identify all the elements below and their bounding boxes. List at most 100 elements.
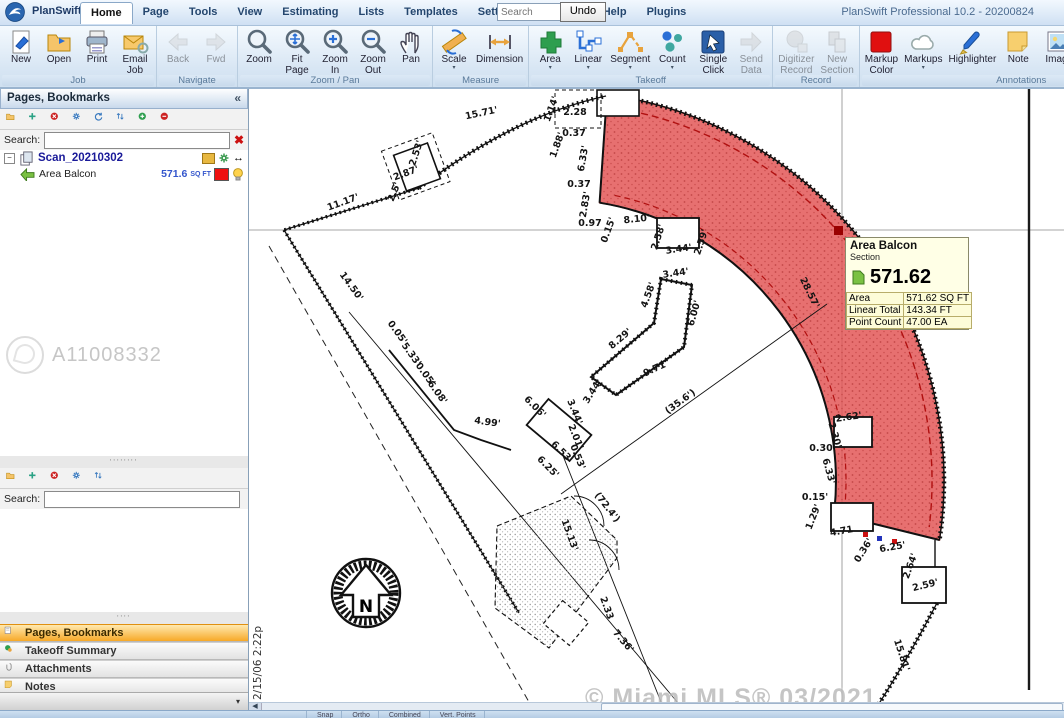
plus-circle-icon[interactable] xyxy=(138,112,153,127)
menu-tab-view[interactable]: View xyxy=(227,2,272,24)
tooltip-value: 571.62 xyxy=(870,266,931,289)
north-compass: N xyxy=(332,559,400,627)
tooltip-row-value: 47.00 EA xyxy=(904,317,972,329)
chevron-down-icon[interactable]: ▾ xyxy=(629,66,632,70)
planswift-logo-icon xyxy=(4,1,26,23)
lower-search-row: Search: xyxy=(0,489,248,509)
chevron-down-icon[interactable]: ▾ xyxy=(549,66,552,70)
pages-search-input[interactable] xyxy=(44,132,230,149)
digitizer-record-button: Digitizer Record▾ xyxy=(775,27,817,75)
markup-color-button[interactable]: Markup Color▾ xyxy=(862,27,901,75)
single-click-button[interactable]: Single Click▾ xyxy=(694,27,732,75)
chevron-down-icon[interactable]: ▾ xyxy=(452,66,455,70)
fit-page-button[interactable]: Fit Page xyxy=(278,27,316,75)
add-icon[interactable] xyxy=(28,471,43,486)
page-settings-icon[interactable] xyxy=(218,152,230,164)
count-icon xyxy=(658,28,686,55)
delete-icon[interactable] xyxy=(50,112,65,127)
button-label: Open xyxy=(47,55,71,66)
refresh-icon[interactable] xyxy=(94,112,109,127)
menu-tab-templates[interactable]: Templates xyxy=(394,2,468,24)
accordion-attachments[interactable]: Attachments xyxy=(0,660,248,678)
menu-tab-plugins[interactable]: Plugins xyxy=(637,2,697,24)
settings-icon[interactable] xyxy=(72,471,87,486)
menu-tab-home[interactable]: Home xyxy=(80,2,133,24)
image-button[interactable]: Image xyxy=(1040,27,1064,75)
menu-tab-tools[interactable]: Tools xyxy=(179,2,228,24)
button-label: Digitizer Record xyxy=(778,55,814,76)
sort-icon[interactable] xyxy=(94,471,109,486)
chevron-down-icon[interactable]: ▾ xyxy=(236,697,240,706)
note-button[interactable]: Note xyxy=(999,27,1037,75)
highlighter-button[interactable]: Highlighter xyxy=(945,27,999,75)
collapse-panel-icon[interactable]: « xyxy=(234,91,241,105)
plan-canvas[interactable]: N 2/15/06 2:22p 15.71'2.53'2.87'2.5'11.1… xyxy=(249,88,1064,702)
tooltip-row-label: Point Count xyxy=(847,317,904,329)
mls-logo-icon xyxy=(6,336,44,374)
linear-button[interactable]: Linear▾ xyxy=(569,27,607,75)
add-icon[interactable] xyxy=(28,112,43,127)
save-state-icon[interactable] xyxy=(202,153,215,164)
expander-icon[interactable]: − xyxy=(4,153,15,164)
area-takeoff-icon xyxy=(20,168,35,181)
lower-panel-body xyxy=(0,509,248,612)
page-label[interactable]: Scan_20210302 xyxy=(38,152,123,164)
title-bar: PlanSwift HomePageToolsViewEstimatingLis… xyxy=(0,0,1064,26)
menu-tab-estimating[interactable]: Estimating xyxy=(272,2,348,24)
tooltip-row: Area571.62 SQ FT xyxy=(847,293,972,305)
planswift-window: { "titlebar": { "brand": "PlanSwift", "t… xyxy=(0,0,1064,717)
zoom-in-button[interactable]: Zoom In xyxy=(316,27,354,75)
accordion-overflow-strip[interactable]: ▾ xyxy=(0,692,248,711)
accordion-pages-bookmarks[interactable]: Pages, Bookmarks xyxy=(0,624,248,642)
tree-row-area-balcon[interactable]: Area Balcon 571.6 SQ FT xyxy=(0,166,248,182)
print-button[interactable]: Print xyxy=(78,27,116,75)
open-button[interactable]: Open xyxy=(40,27,78,75)
zoom-icon xyxy=(245,28,273,55)
panel-splitter[interactable]: '''''''' xyxy=(0,456,248,468)
dimension-label: 2.28 xyxy=(563,107,587,118)
button-label: Markup Color xyxy=(865,55,898,76)
takeoff-item-label[interactable]: Area Balcon xyxy=(39,168,96,180)
new-icon xyxy=(7,28,35,55)
zoomout-icon xyxy=(359,28,387,55)
dimension-label: 15.71' xyxy=(464,105,499,123)
visibility-bulb-icon[interactable] xyxy=(232,168,244,181)
scale-button[interactable]: Scale▾ xyxy=(435,27,473,75)
email-job-button[interactable]: Email Job xyxy=(116,27,154,75)
dimension-button[interactable]: Dimension xyxy=(473,27,526,75)
minus-circle-icon[interactable] xyxy=(160,112,175,127)
accordion-takeoff-summary[interactable]: Takeoff Summary xyxy=(0,642,248,660)
accordion-splitter[interactable]: '''' xyxy=(0,612,248,624)
panel-header: Pages, Bookmarks « xyxy=(0,88,248,109)
button-label: Email Job xyxy=(122,55,147,76)
pan-button[interactable]: Pan xyxy=(392,27,430,75)
segment-button[interactable]: Segment▾ xyxy=(607,27,653,75)
zoom-button[interactable]: Zoom xyxy=(240,27,278,75)
menu-tab-page[interactable]: Page xyxy=(133,2,179,24)
delete-icon[interactable] xyxy=(50,471,65,486)
settings-icon[interactable] xyxy=(72,112,87,127)
tree-row-page[interactable]: − Scan_20210302 ↔ xyxy=(0,150,248,166)
dimension-label: 6.25' xyxy=(879,540,907,555)
folder-icon[interactable] xyxy=(6,471,21,486)
fit-width-icon[interactable]: ↔ xyxy=(233,152,244,164)
sort-icon[interactable] xyxy=(116,112,131,127)
button-label: Back xyxy=(167,55,189,66)
chevron-down-icon[interactable]: ▾ xyxy=(587,66,590,70)
count-button[interactable]: Count▾ xyxy=(653,27,691,75)
search-input[interactable] xyxy=(497,3,561,21)
undo-button[interactable]: Undo xyxy=(560,2,606,22)
markupcolor-icon xyxy=(867,28,895,55)
lower-search-input[interactable] xyxy=(44,491,240,508)
chevron-down-icon[interactable]: ▾ xyxy=(922,66,925,70)
clear-search-icon[interactable]: ✖ xyxy=(234,133,244,147)
area-button[interactable]: Area▾ xyxy=(531,27,569,75)
zoom-out-button[interactable]: Zoom Out xyxy=(354,27,392,75)
button-label: Pan xyxy=(402,55,420,66)
chevron-down-icon[interactable]: ▾ xyxy=(671,66,674,70)
markups-button[interactable]: Markups▾ xyxy=(901,27,945,75)
folder-icon[interactable] xyxy=(6,112,21,127)
menu-tab-lists[interactable]: Lists xyxy=(348,2,394,24)
color-swatch[interactable] xyxy=(214,168,229,181)
new-button[interactable]: New xyxy=(2,27,40,75)
